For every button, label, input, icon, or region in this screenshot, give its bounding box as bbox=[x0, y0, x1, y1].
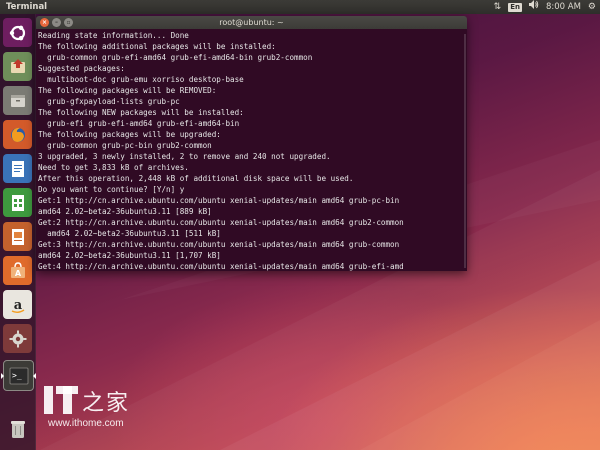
libreoffice-calc-button[interactable] bbox=[3, 188, 32, 217]
terminal-line: The following NEW packages will be insta… bbox=[38, 108, 244, 117]
terminal-line: Get:3 http://cn.archive.ubuntu.com/ubunt… bbox=[38, 240, 400, 249]
software-updater-button[interactable] bbox=[3, 52, 32, 81]
terminal-line: multiboot-doc grub-emu xorriso desktop-b… bbox=[38, 75, 244, 84]
terminal-line: Get:1 http://cn.archive.ubuntu.com/ubunt… bbox=[38, 196, 400, 205]
writer-icon bbox=[11, 160, 24, 177]
impress-icon bbox=[11, 228, 24, 245]
launcher: A a >_ bbox=[0, 14, 36, 450]
terminal-line: grub-common grub-efi-amd64 grub-efi-amd6… bbox=[38, 53, 313, 62]
terminal-window[interactable]: × – ▫ root@ubuntu: ~ Reading state infor… bbox=[36, 16, 467, 271]
terminal-line: Reading state information... Done bbox=[38, 31, 189, 40]
terminal-output[interactable]: Reading state information... Done The fol… bbox=[36, 29, 467, 271]
terminal-line: grub-common grub-pc-bin grub2-common bbox=[38, 141, 212, 150]
trash-button[interactable] bbox=[3, 414, 32, 443]
terminal-line: The following packages will be REMOVED: bbox=[38, 86, 217, 95]
ubuntu-logo-icon bbox=[9, 25, 25, 40]
ubuntu-dash-button[interactable] bbox=[3, 18, 32, 47]
terminal-line: The following packages will be upgraded: bbox=[38, 130, 221, 139]
terminal-line: amd64 2.02~beta2-36ubuntu3.11 [889 kB] bbox=[38, 207, 212, 216]
settings-icon bbox=[9, 330, 26, 347]
terminal-line: Get:4 http://cn.archive.ubuntu.com/ubunt… bbox=[38, 262, 404, 271]
firefox-button[interactable] bbox=[3, 120, 32, 149]
terminal-line: amd64 2.02~beta2-36ubuntu3.11 [1,707 kB] bbox=[38, 251, 221, 260]
software-updater-icon bbox=[10, 58, 25, 73]
watermark-url: www.ithome.com bbox=[48, 418, 124, 429]
terminal-line: The following additional packages will b… bbox=[38, 42, 276, 51]
files-button[interactable] bbox=[3, 86, 32, 115]
firefox-icon bbox=[10, 127, 25, 142]
trash-icon bbox=[10, 420, 25, 438]
clock[interactable]: 8:00 AM bbox=[546, 0, 581, 14]
keyboard-layout-indicator[interactable]: En bbox=[508, 2, 522, 12]
terminal-icon: >_ bbox=[9, 367, 28, 384]
svg-text:之: 之 bbox=[82, 391, 104, 416]
terminal-line: After this operation, 2,448 kB of additi… bbox=[38, 174, 354, 183]
amazon-button[interactable]: a bbox=[3, 290, 32, 319]
window-titlebar[interactable]: × – ▫ root@ubuntu: ~ bbox=[36, 16, 467, 29]
ubuntu-software-button[interactable]: A bbox=[3, 256, 32, 285]
power-gear-icon[interactable]: ⚙ bbox=[588, 0, 596, 14]
terminal-line: Do you want to continue? [Y/n] y bbox=[38, 185, 185, 194]
system-settings-button[interactable] bbox=[3, 324, 32, 353]
terminal-line: grub-efi grub-efi-amd64 grub-efi-amd64-b… bbox=[38, 119, 240, 128]
svg-text:>_: >_ bbox=[12, 371, 22, 380]
svg-text:家: 家 bbox=[106, 391, 128, 416]
svg-text:A: A bbox=[14, 269, 21, 278]
terminal-line: Suggested packages: bbox=[38, 64, 125, 73]
software-center-icon: A bbox=[10, 261, 25, 278]
terminal-button[interactable]: >_ bbox=[1, 360, 36, 391]
network-icon[interactable]: ⇅ bbox=[494, 0, 502, 14]
terminal-line: Need to get 3,833 kB of archives. bbox=[38, 163, 189, 172]
files-icon bbox=[10, 94, 25, 107]
top-panel: Terminal ⇅ En 8:00 AM ⚙ bbox=[0, 0, 600, 14]
amazon-icon: a bbox=[11, 298, 24, 313]
calc-icon bbox=[11, 194, 24, 211]
volume-icon[interactable] bbox=[528, 0, 539, 14]
libreoffice-impress-button[interactable] bbox=[3, 222, 32, 251]
terminal-line: grub-gfxpayload-lists grub-pc bbox=[38, 97, 180, 106]
terminal-line: 3 upgraded, 3 newly installed, 2 to remo… bbox=[38, 152, 331, 161]
terminal-line: Get:2 http://cn.archive.ubuntu.com/ubunt… bbox=[38, 218, 404, 227]
active-app-title: Terminal bbox=[6, 2, 48, 12]
libreoffice-writer-button[interactable] bbox=[3, 154, 32, 183]
terminal-line: amd64 2.02~beta2-36ubuntu3.11 [511 kB] bbox=[38, 229, 221, 238]
system-tray: ⇅ En 8:00 AM ⚙ bbox=[494, 0, 596, 14]
window-title: root@ubuntu: ~ bbox=[219, 18, 284, 27]
terminal-scrollbar[interactable] bbox=[464, 34, 466, 268]
